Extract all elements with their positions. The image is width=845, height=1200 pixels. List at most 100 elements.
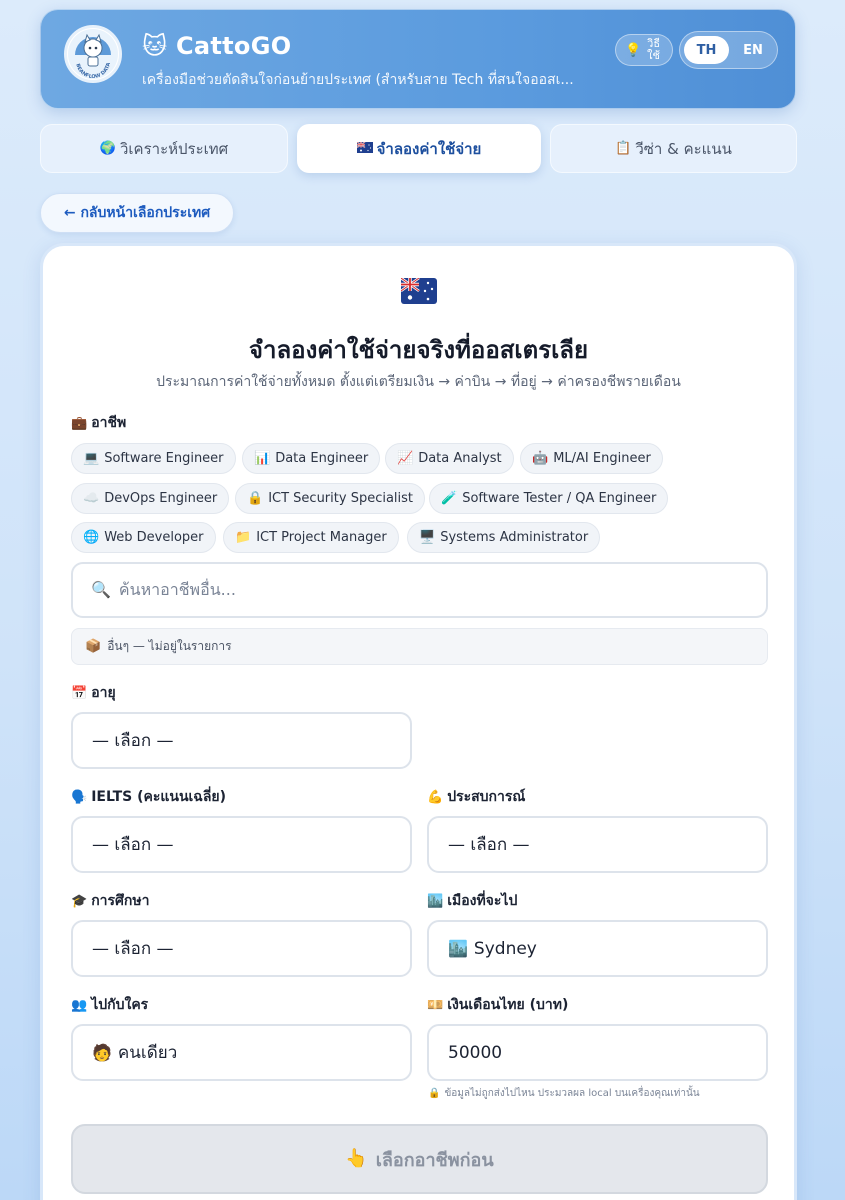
experience-label-text: ประสบการณ์ bbox=[447, 789, 526, 805]
lang-th-button[interactable]: TH bbox=[684, 36, 729, 64]
language-toggle: TH EN bbox=[679, 31, 778, 69]
tab-label: วิเคราะห์ประเทศ bbox=[120, 139, 229, 158]
chip-label: ICT Security Specialist bbox=[268, 491, 414, 506]
tab-visa-points[interactable]: 📋 วีซ่า & คะแนน bbox=[550, 124, 797, 173]
age-value: — เลือก — bbox=[92, 731, 174, 751]
back-to-country-button[interactable]: ← กลับหน้าเลือกประเทศ bbox=[40, 193, 234, 233]
other-label: อื่นๆ — ไม่อยู่ในรายการ bbox=[107, 639, 232, 653]
salary-input[interactable]: 50000 bbox=[427, 1024, 768, 1081]
cloud-icon: ☁️ bbox=[83, 491, 100, 506]
briefcase-icon: 💼 bbox=[71, 415, 88, 431]
companion-select[interactable]: 🧑 คนเดียว bbox=[71, 1024, 412, 1081]
chip-label: DevOps Engineer bbox=[104, 491, 218, 506]
bar-chart-icon: 📊 bbox=[254, 451, 271, 466]
salary-label-text: เงินเดือนไทย (บาท) bbox=[447, 997, 569, 1013]
privacy-note: 🔒 ข้อมูลไม่ถูกส่งไปไหน ประมวลผล local บน… bbox=[428, 1086, 700, 1101]
chip-label: Systems Administrator bbox=[440, 530, 589, 545]
education-label: 🎓 การศึกษา bbox=[71, 890, 150, 912]
city-select[interactable]: 🏙️ Sydney bbox=[427, 920, 768, 977]
ielts-label-text: IELTS (คะแนนเฉลี่ย) bbox=[91, 789, 227, 805]
occupation-chip-ict-project-manager[interactable]: 📁 ICT Project Manager bbox=[223, 522, 399, 553]
card-title: จำลองค่าใช้จ่ายจริงที่ออสเตรเลีย bbox=[248, 336, 589, 364]
australia-flag-icon bbox=[401, 278, 437, 304]
occupation-chip-ict-security[interactable]: 🔒 ICT Security Specialist bbox=[235, 483, 426, 514]
occupation-chip-data-engineer[interactable]: 📊 Data Engineer bbox=[242, 443, 381, 474]
howto-button[interactable]: 💡 วิธีใช้ bbox=[615, 34, 673, 66]
companion-value: คนเดียว bbox=[117, 1043, 178, 1063]
tab-country-analysis[interactable]: 🌍 วิเคราะห์ประเทศ bbox=[40, 124, 288, 173]
city-label-text: เมืองที่จะไป bbox=[447, 893, 518, 909]
cost-simulator-card: จำลองค่าใช้จ่ายจริงที่ออสเตรเลีย ประมาณก… bbox=[40, 243, 797, 1200]
education-label-text: การศึกษา bbox=[91, 893, 150, 909]
experience-select[interactable]: — เลือก — bbox=[427, 816, 768, 873]
banknote-icon: 💴 bbox=[427, 997, 444, 1013]
chip-label: Web Developer bbox=[104, 530, 204, 545]
package-icon: 📦 bbox=[85, 639, 102, 654]
city-value: Sydney bbox=[473, 938, 537, 959]
cityscape-icon: 🏙️ bbox=[448, 938, 468, 958]
search-icon: 🔍 bbox=[91, 580, 111, 599]
occupation-label-text: อาชีพ bbox=[91, 415, 127, 431]
cityscape-icon: 🏙️ bbox=[427, 893, 444, 909]
calculate-button-label: เลือกอาชีพก่อน bbox=[375, 1149, 494, 1171]
desktop-icon: 🖥️ bbox=[419, 530, 436, 545]
ielts-label: 🗣️ IELTS (คะแนนเฉลี่ย) bbox=[71, 786, 226, 808]
calendar-icon: 📅 bbox=[71, 685, 88, 701]
speaking-head-icon: 🗣️ bbox=[71, 789, 88, 805]
privacy-note-text: ข้อมูลไม่ถูกส่งไปไหน ประมวลผล local บนเค… bbox=[444, 1088, 700, 1099]
occupation-search-input[interactable]: 🔍 ค้นหาอาชีพอื่น... bbox=[71, 562, 768, 618]
occupation-chip-software-tester[interactable]: 🧪 Software Tester / QA Engineer bbox=[429, 483, 669, 514]
app-logo[interactable]: BEANFLOW DATA bbox=[64, 25, 122, 83]
cat-mascot-icon: BEANFLOW DATA bbox=[68, 29, 118, 80]
tab-label: วีซ่า & คะแนน bbox=[635, 139, 732, 158]
app-title: 🐱 CattoGO bbox=[142, 32, 292, 60]
occupation-chip-ml-ai-engineer[interactable]: 🤖 ML/AI Engineer bbox=[520, 443, 663, 474]
experience-label: 💪 ประสบการณ์ bbox=[427, 786, 525, 808]
city-label: 🏙️ เมืองที่จะไป bbox=[427, 890, 517, 912]
folder-icon: 📁 bbox=[235, 530, 252, 545]
salary-value: 50000 bbox=[448, 1042, 503, 1063]
age-label: 📅 อายุ bbox=[71, 682, 116, 704]
education-value: — เลือก — bbox=[92, 939, 174, 959]
chip-label: Data Engineer bbox=[275, 451, 369, 466]
person-icon: 🧑 bbox=[92, 1042, 112, 1062]
lang-en-button[interactable]: EN bbox=[732, 36, 774, 64]
calculate-button[interactable]: 👆 เลือกอาชีพก่อน bbox=[71, 1124, 768, 1194]
occupation-chip-systems-administrator[interactable]: 🖥️ Systems Administrator bbox=[407, 522, 601, 553]
card-subtitle: ประมาณการค่าใช้จ่ายทั้งหมด ตั้งแต่เตรียม… bbox=[156, 374, 681, 390]
occupation-chip-software-engineer[interactable]: 💻 Software Engineer bbox=[71, 443, 236, 474]
lock-icon: 🔒 bbox=[428, 1087, 441, 1099]
salary-label: 💴 เงินเดือนไทย (บาท) bbox=[427, 994, 568, 1016]
age-select[interactable]: — เลือก — bbox=[71, 712, 412, 769]
tab-cost-simulation[interactable]: จำลองค่าใช้จ่าย bbox=[297, 124, 541, 173]
chip-label: Data Analyst bbox=[418, 451, 502, 466]
occupation-chip-web-developer[interactable]: 🌐 Web Developer bbox=[71, 522, 216, 553]
occupation-other-option[interactable]: 📦 อื่นๆ — ไม่อยู่ในรายการ bbox=[71, 628, 768, 665]
ielts-value: — เลือก — bbox=[92, 835, 174, 855]
tab-label: จำลองค่าใช้จ่าย bbox=[376, 139, 482, 158]
companion-label: 👥 ไปกับใคร bbox=[71, 994, 148, 1016]
app-subtitle: เครื่องมือช่วยตัดสินใจก่อนย้ายประเทศ (สำ… bbox=[142, 72, 574, 88]
lightbulb-icon: 💡 bbox=[625, 42, 642, 58]
globe-icon: 🌍 bbox=[99, 141, 116, 156]
pointing-finger-icon: 👆 bbox=[345, 1148, 368, 1169]
test-tube-icon: 🧪 bbox=[441, 491, 458, 506]
ielts-select[interactable]: — เลือก — bbox=[71, 816, 412, 873]
occupation-chip-devops-engineer[interactable]: ☁️ DevOps Engineer bbox=[71, 483, 230, 514]
trend-chart-icon: 📈 bbox=[397, 451, 414, 466]
graduation-cap-icon: 🎓 bbox=[71, 893, 88, 909]
app-header: BEANFLOW DATA 🐱 CattoGO เครื่องมือช่วยตั… bbox=[40, 9, 796, 109]
australia-flag-icon bbox=[356, 141, 373, 156]
lock-icon: 🔒 bbox=[247, 491, 264, 506]
clipboard-icon: 📋 bbox=[615, 141, 632, 156]
occupation-chip-data-analyst[interactable]: 📈 Data Analyst bbox=[385, 443, 514, 474]
globe-icon: 🌐 bbox=[83, 530, 100, 545]
chip-label: Software Tester / QA Engineer bbox=[462, 491, 657, 506]
robot-icon: 🤖 bbox=[532, 451, 549, 466]
education-select[interactable]: — เลือก — bbox=[71, 920, 412, 977]
howto-label: วิธีใช้ bbox=[647, 37, 661, 62]
search-placeholder: ค้นหาอาชีพอื่น... bbox=[118, 579, 236, 599]
laptop-icon: 💻 bbox=[83, 451, 100, 466]
chip-label: ICT Project Manager bbox=[256, 530, 387, 545]
chip-label: ML/AI Engineer bbox=[553, 451, 651, 466]
